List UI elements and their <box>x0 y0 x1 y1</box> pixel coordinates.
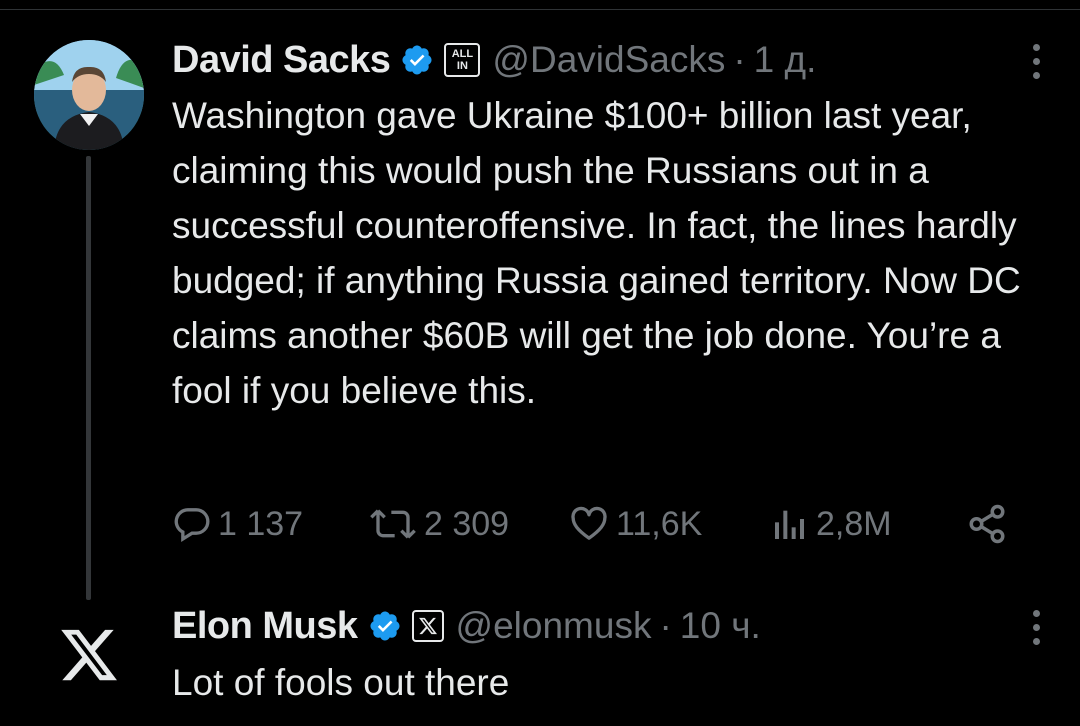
tweet2-header: Elon Musk @elonmusk · 10 ч. <box>172 600 761 652</box>
tweet-text: Lot of fools out there <box>172 662 510 703</box>
verified-badge-icon[interactable] <box>400 43 434 77</box>
like-count: 11,6K <box>616 504 703 543</box>
views-icon <box>775 510 804 539</box>
views-count: 2,8M <box>816 504 892 543</box>
tweet-text: Washington gave Ukraine $100+ billion la… <box>172 95 1021 411</box>
like-button[interactable]: 11,6K <box>568 504 770 544</box>
affiliate-badge-text-bottom: IN <box>456 60 468 72</box>
affiliate-badge-text-top: ALL <box>451 48 474 60</box>
reply-count: 1 137 <box>218 504 304 543</box>
avatar-david-sacks[interactable] <box>34 40 144 150</box>
author-handle[interactable]: @DavidSacks <box>492 39 725 81</box>
avatar-image <box>34 40 144 150</box>
reply-button[interactable]: 1 137 <box>172 504 368 544</box>
author-name[interactable]: Elon Musk <box>172 605 358 648</box>
affiliate-badge[interactable]: ALL IN <box>444 43 481 77</box>
separator-dot: · <box>733 39 746 80</box>
repost-count: 2 309 <box>424 504 510 543</box>
tweet1-header: David Sacks ALL IN @DavidSacks · 1 д. <box>172 34 816 86</box>
thread-line <box>86 156 91 600</box>
tweet-actions: 1 137 2 309 11,6K 2,8M <box>172 496 1022 552</box>
repost-button[interactable]: 2 309 <box>368 504 568 544</box>
reply-icon <box>174 508 210 543</box>
views-button[interactable]: 2,8M <box>770 504 966 544</box>
share-button[interactable] <box>966 503 1008 545</box>
x-affiliate-badge-icon[interactable] <box>411 610 444 642</box>
author-handle[interactable]: @elonmusk <box>456 605 652 647</box>
repost-icon <box>370 509 416 539</box>
separator-dot: · <box>659 605 672 646</box>
x-logo-icon[interactable] <box>58 624 120 686</box>
tweet-time[interactable]: 1 д. <box>754 39 817 81</box>
verified-badge-icon[interactable] <box>368 609 402 643</box>
tweet-time[interactable]: 10 ч. <box>680 605 761 647</box>
like-icon <box>571 506 607 540</box>
share-icon <box>969 504 1005 544</box>
author-name[interactable]: David Sacks <box>172 39 391 82</box>
more-icon[interactable] <box>1030 610 1042 645</box>
top-divider <box>0 9 1080 10</box>
more-icon[interactable] <box>1030 44 1042 79</box>
